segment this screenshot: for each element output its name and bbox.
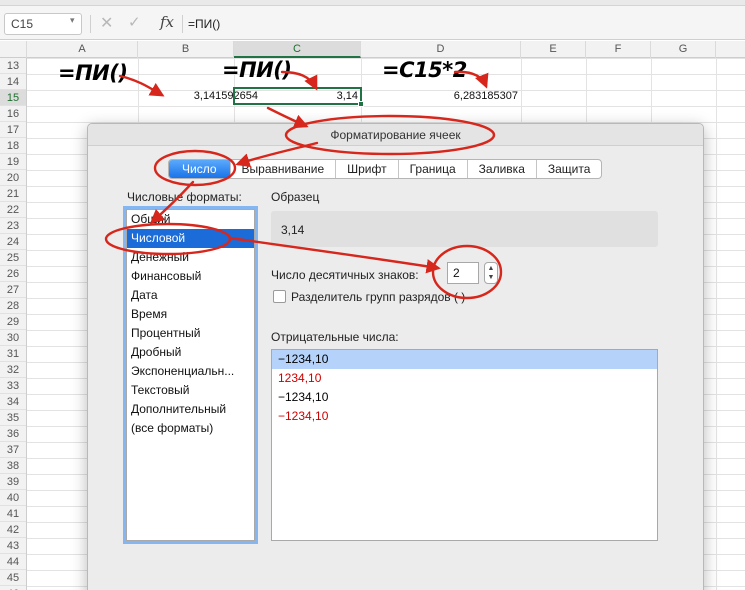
negative-format-item[interactable]: −1234,10 [272,350,657,369]
format-item-text[interactable]: Текстовый [127,381,254,400]
fill-handle[interactable] [358,101,364,107]
negative-format-item[interactable]: −1234,10 [272,388,657,407]
row-header[interactable]: 18 [0,138,26,154]
tab-fill[interactable]: Заливка [468,160,537,178]
function-icon[interactable]: fx [160,13,174,31]
negative-format-item[interactable]: −1234,10 [272,407,657,426]
check-icon[interactable]: ✓ [128,13,141,31]
decimal-places-input[interactable]: 2 [447,262,479,284]
annotation-formula-a: =ПИ() [58,61,128,85]
negative-numbers-list[interactable]: −1234,10 1234,10 −1234,10 −1234,10 [271,349,658,541]
select-all-corner[interactable] [0,41,27,58]
column-header-g[interactable]: G [651,41,716,58]
chevron-down-icon[interactable]: ▼ [485,273,497,282]
row-header[interactable]: 36 [0,426,26,442]
row-header[interactable]: 40 [0,490,26,506]
row-header[interactable]: 33 [0,378,26,394]
row-header[interactable]: 41 [0,506,26,522]
row-header[interactable]: 28 [0,298,26,314]
row-header[interactable]: 35 [0,410,26,426]
format-item-accounting[interactable]: Финансовый [127,267,254,286]
format-item-currency[interactable]: Денежный [127,248,254,267]
row-header[interactable]: 46 [0,586,26,590]
column-header-e[interactable]: E [521,41,586,58]
row-header[interactable]: 38 [0,458,26,474]
tab-bar: Число Выравнивание Шрифт Граница Заливка… [168,159,603,179]
row-header[interactable]: 15 [0,90,26,106]
row-header[interactable]: 16 [0,106,26,122]
row-header[interactable]: 27 [0,282,26,298]
dialog-title: Форматирование ячеек [88,124,703,146]
row-header[interactable]: 22 [0,202,26,218]
row-header[interactable]: 17 [0,122,26,138]
negative-numbers-title: Отрицательные числа: [271,330,399,344]
column-header-d[interactable]: D [361,41,521,58]
row-headers: 13 14 15 16 17 18 19 20 21 22 23 24 25 26 27 28 29 30 31 32… [0,58,27,590]
row-header[interactable]: 44 [0,554,26,570]
row-header[interactable]: 37 [0,442,26,458]
annotation-formula-c: =ПИ() [222,58,292,82]
negative-format-item[interactable]: 1234,10 [272,369,657,388]
format-item-scientific[interactable]: Экспоненциальн... [127,362,254,381]
sample-preview: 3,14 [271,211,658,247]
row-header[interactable]: 42 [0,522,26,538]
format-item-custom[interactable]: (все форматы) [127,419,254,438]
selection-border [233,87,362,105]
cancel-icon[interactable]: ✕ [100,13,113,33]
format-item-fraction[interactable]: Дробный [127,343,254,362]
row-header[interactable]: 14 [0,74,26,90]
row-header[interactable]: 21 [0,186,26,202]
tab-font[interactable]: Шрифт [336,160,399,178]
column-header-c[interactable]: C [234,41,361,58]
format-item-time[interactable]: Время [127,305,254,324]
divider [90,15,91,33]
divider [182,15,183,33]
format-cells-dialog: Форматирование ячеек Число Выравнивание … [87,123,704,590]
tab-alignment[interactable]: Выравнивание [231,160,337,178]
tab-border[interactable]: Граница [399,160,468,178]
sample-title: Образец [271,190,320,204]
row-header[interactable]: 30 [0,330,26,346]
row-header[interactable]: 45 [0,570,26,586]
column-header-a[interactable]: A [27,41,138,58]
tab-number[interactable]: Число [169,160,231,178]
row-header[interactable]: 39 [0,474,26,490]
row-header[interactable]: 20 [0,170,26,186]
column-header-b[interactable]: B [138,41,234,58]
formula-bar: C15 ▾ ✕ ✓ fx =ПИ() [0,6,745,40]
decimal-places-stepper[interactable]: ▲ ▼ [484,262,498,284]
row-header[interactable]: 34 [0,394,26,410]
row-header[interactable]: 29 [0,314,26,330]
row-header[interactable]: 19 [0,154,26,170]
number-formats-list[interactable]: Общий Числовой Денежный Финансовый Дата … [126,209,255,541]
row-header[interactable]: 24 [0,234,26,250]
column-headers: A B C D E F G [0,41,745,58]
format-item-percentage[interactable]: Процентный [127,324,254,343]
format-item-number[interactable]: Числовой [127,229,254,248]
format-item-general[interactable]: Общий [127,210,254,229]
number-formats-title: Числовые форматы: [127,190,242,204]
column-header-f[interactable]: F [586,41,651,58]
thousands-separator-label[interactable]: Разделитель групп разрядов ( ) [291,290,465,304]
row-header[interactable]: 13 [0,58,26,74]
row-header[interactable]: 31 [0,346,26,362]
chevron-down-icon[interactable]: ▾ [70,15,75,26]
chevron-up-icon[interactable]: ▲ [485,264,497,273]
decimal-places-label: Число десятичных знаков: [271,268,419,282]
format-item-special[interactable]: Дополнительный [127,400,254,419]
row-header[interactable]: 26 [0,266,26,282]
format-item-date[interactable]: Дата [127,286,254,305]
cell-d15[interactable]: 6,283185307 [361,88,521,104]
formula-input[interactable]: =ПИ() [188,17,220,31]
row-header[interactable]: 32 [0,362,26,378]
thousands-separator-checkbox[interactable] [273,290,286,303]
row-header[interactable]: 43 [0,538,26,554]
row-header[interactable]: 25 [0,250,26,266]
annotation-formula-d: =С15*2 [382,58,467,82]
row-header[interactable]: 23 [0,218,26,234]
tab-protection[interactable]: Защита [537,160,602,178]
